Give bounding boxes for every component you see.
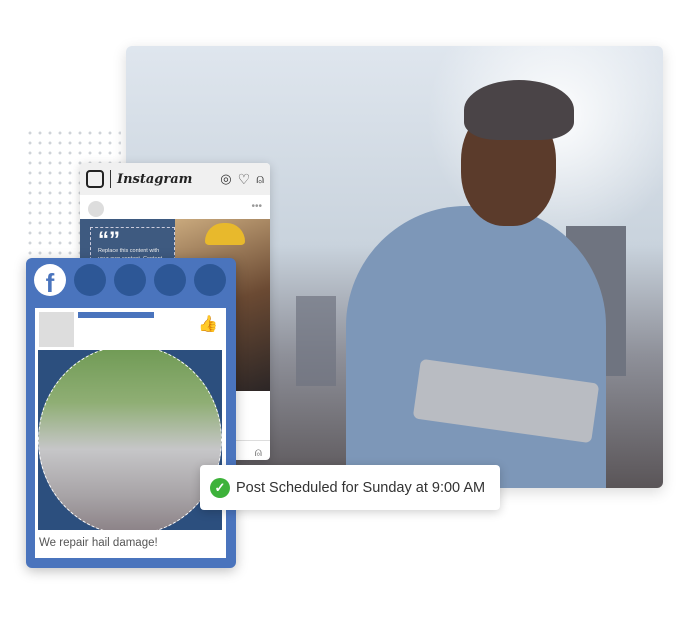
instagram-header: Instagram ◎ ♡ ⍝	[80, 163, 270, 195]
check-circle-icon: ✓	[210, 477, 230, 498]
avatar	[88, 201, 104, 217]
heart-icon[interactable]: ♡	[238, 171, 251, 188]
placeholder-circle	[74, 264, 106, 296]
post-caption: We repair hail damage!	[39, 537, 158, 549]
flat-cap	[464, 80, 574, 140]
instagram-wordmark: Instagram	[117, 171, 193, 187]
facebook-post-card: f 👍 We repair hail damage!	[26, 258, 236, 568]
avatar	[39, 312, 74, 347]
facebook-post: 👍 We repair hail damage!	[35, 308, 226, 558]
toast-message: Post Scheduled for Sunday at 9:00 AM	[236, 479, 486, 496]
more-icon[interactable]: •••	[251, 201, 262, 212]
placeholder-circle	[114, 264, 146, 296]
profile-icon[interactable]: ⍝	[256, 171, 264, 187]
compass-icon[interactable]: ◎	[220, 171, 231, 187]
thumbs-up-icon[interactable]: 👍	[198, 314, 218, 334]
name-placeholder	[78, 312, 154, 318]
placeholder-circle	[154, 264, 186, 296]
scheduled-toast: ✓ Post Scheduled for Sunday at 9:00 AM	[200, 465, 500, 510]
hail-image	[38, 350, 222, 530]
building	[296, 296, 336, 386]
profile-icon[interactable]: ⍝	[255, 445, 262, 460]
placeholder-circle	[194, 264, 226, 296]
facebook-logo-icon: f	[34, 264, 66, 298]
instagram-logo-icon	[86, 170, 104, 188]
person-shirt	[346, 206, 606, 488]
